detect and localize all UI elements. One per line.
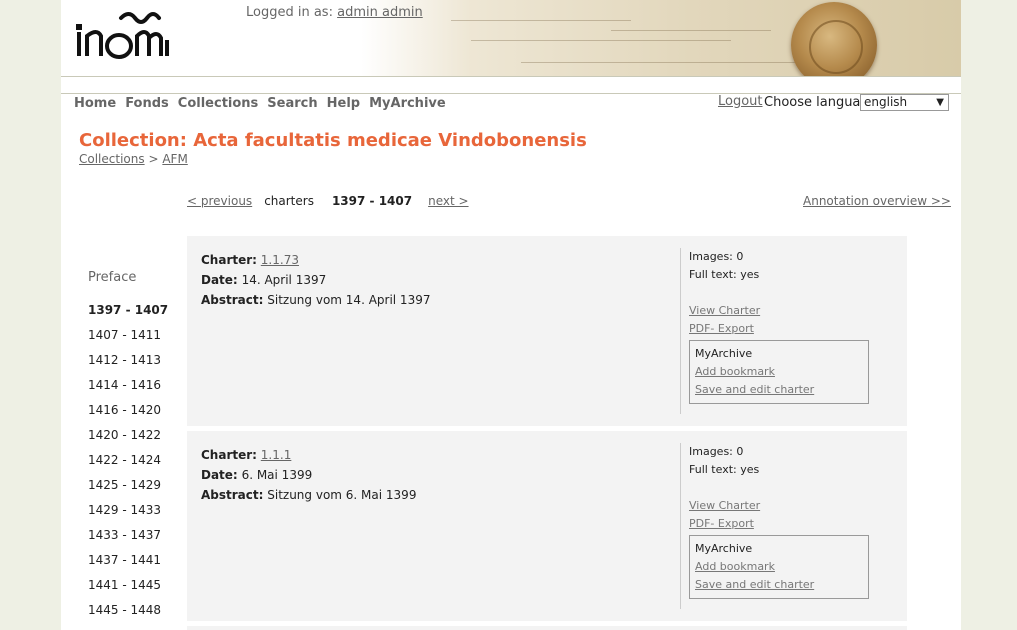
pager-label: charters	[264, 194, 314, 208]
full-text-value: yes	[740, 463, 760, 476]
breadcrumb: Collections > AFM	[79, 152, 188, 166]
page-container: Logged in as: admin admin Home Fonds Col…	[61, 0, 961, 630]
add-bookmark-link[interactable]: Add bookmark	[695, 558, 863, 576]
charter-date: 14. April 1397	[241, 273, 327, 287]
view-charter-link[interactable]: View Charter	[689, 304, 760, 317]
charter-actions: Images: 0 Full text: yes View Charter PD…	[680, 248, 895, 414]
next-link[interactable]: next >	[428, 194, 468, 208]
nav-home[interactable]: Home	[74, 96, 116, 111]
view-charter-link[interactable]: View Charter	[689, 499, 760, 512]
charter-id-link[interactable]: 1.1.73	[261, 253, 299, 267]
header-banner: Logged in as: admin admin	[61, 0, 961, 76]
charter-actions: Images: 0 Full text: yes View Charter PD…	[680, 443, 895, 609]
user-name-link[interactable]: admin admin	[337, 5, 423, 20]
range-item[interactable]: 1420 - 1422	[88, 428, 178, 453]
range-item[interactable]: 1414 - 1416	[88, 378, 178, 403]
full-text-value: yes	[740, 268, 760, 281]
mom-logo[interactable]	[75, 8, 193, 64]
logout-link[interactable]: Logout	[718, 94, 763, 109]
abstract-label: Abstract:	[201, 488, 264, 502]
nav-fonds[interactable]: Fonds	[125, 96, 169, 111]
language-value: english	[864, 95, 908, 109]
images-count: 0	[736, 250, 744, 263]
charter-label: Charter:	[201, 448, 257, 462]
logged-in-label: Logged in as:	[246, 5, 333, 20]
breadcrumb-separator: >	[148, 152, 159, 166]
header-divider	[61, 76, 961, 77]
range-item[interactable]: 1445 - 1448	[88, 603, 178, 628]
pdf-export-link[interactable]: PDF- Export	[689, 517, 754, 530]
charter-abstract: Sitzung vom 6. Mai 1399	[267, 488, 417, 502]
range-item[interactable]: 1437 - 1441	[88, 553, 178, 578]
range-sidebar: Preface 1397 - 1407 1407 - 1411 1412 - 1…	[88, 270, 178, 628]
previous-link[interactable]: < previous	[187, 194, 252, 208]
images-label: Images:	[689, 250, 733, 263]
nav-myarchive[interactable]: MyArchive	[369, 96, 446, 111]
charter-id-link[interactable]: 1.1.1	[261, 448, 292, 462]
abstract-label: Abstract:	[201, 293, 264, 307]
add-bookmark-link[interactable]: Add bookmark	[695, 363, 863, 381]
full-text-label: Full text:	[689, 463, 737, 476]
range-item[interactable]: 1441 - 1445	[88, 578, 178, 603]
myarchive-box: MyArchive Add bookmark Save and edit cha…	[689, 535, 869, 599]
myarchive-label: MyArchive	[695, 347, 753, 360]
charter-info: Charter: 1.1.1 Date: 6. Mai 1399 Abstrac…	[201, 445, 416, 505]
images-label: Images:	[689, 445, 733, 458]
range-item[interactable]: 1425 - 1429	[88, 478, 178, 503]
preface-link[interactable]: Preface	[88, 270, 178, 285]
range-item[interactable]: 1397 - 1407	[88, 303, 178, 328]
pager-range: 1397 - 1407	[331, 194, 413, 208]
range-item[interactable]: 1412 - 1413	[88, 353, 178, 378]
language-select[interactable]: english ▼	[860, 94, 949, 111]
breadcrumb-afm[interactable]: AFM	[162, 152, 187, 166]
charter-card: Charter: 1.1.73 Date: 14. April 1397 Abs…	[187, 236, 907, 426]
save-edit-charter-link[interactable]: Save and edit charter	[695, 381, 863, 399]
date-label: Date:	[201, 273, 238, 287]
nav-search[interactable]: Search	[267, 96, 317, 111]
charter-date: 6. Mai 1399	[241, 468, 313, 482]
dropdown-arrow-icon: ▼	[936, 97, 944, 108]
full-text-label: Full text:	[689, 268, 737, 281]
range-item[interactable]: 1407 - 1411	[88, 328, 178, 353]
save-edit-charter-link[interactable]: Save and edit charter	[695, 576, 863, 594]
breadcrumb-collections[interactable]: Collections	[79, 152, 145, 166]
login-status: Logged in as: admin admin	[246, 5, 423, 20]
charter-info: Charter: 1.1.73 Date: 14. April 1397 Abs…	[201, 250, 430, 310]
range-item[interactable]: 1416 - 1420	[88, 403, 178, 428]
annotation-overview-link[interactable]: Annotation overview >>	[803, 194, 951, 208]
range-item[interactable]: 1429 - 1433	[88, 503, 178, 528]
range-item[interactable]: 1433 - 1437	[88, 528, 178, 553]
images-count: 0	[736, 445, 744, 458]
nav-help[interactable]: Help	[327, 96, 360, 111]
nav-collections[interactable]: Collections	[178, 96, 259, 111]
charter-pager: < previous charters 1397 - 1407 next >	[187, 194, 469, 208]
page-title: Collection: Acta facultatis medicae Vind…	[79, 130, 587, 151]
date-label: Date:	[201, 468, 238, 482]
myarchive-box: MyArchive Add bookmark Save and edit cha…	[689, 340, 869, 404]
range-item[interactable]: 1422 - 1424	[88, 453, 178, 478]
charter-abstract: Sitzung vom 14. April 1397	[267, 293, 431, 307]
myarchive-label: MyArchive	[695, 542, 753, 555]
charter-card-partial	[187, 626, 907, 630]
charter-card: Charter: 1.1.1 Date: 6. Mai 1399 Abstrac…	[187, 431, 907, 621]
main-nav: Home Fonds Collections Search Help MyArc…	[74, 96, 455, 111]
pdf-export-link[interactable]: PDF- Export	[689, 322, 754, 335]
nav-divider	[61, 93, 961, 94]
charter-label: Charter:	[201, 253, 257, 267]
